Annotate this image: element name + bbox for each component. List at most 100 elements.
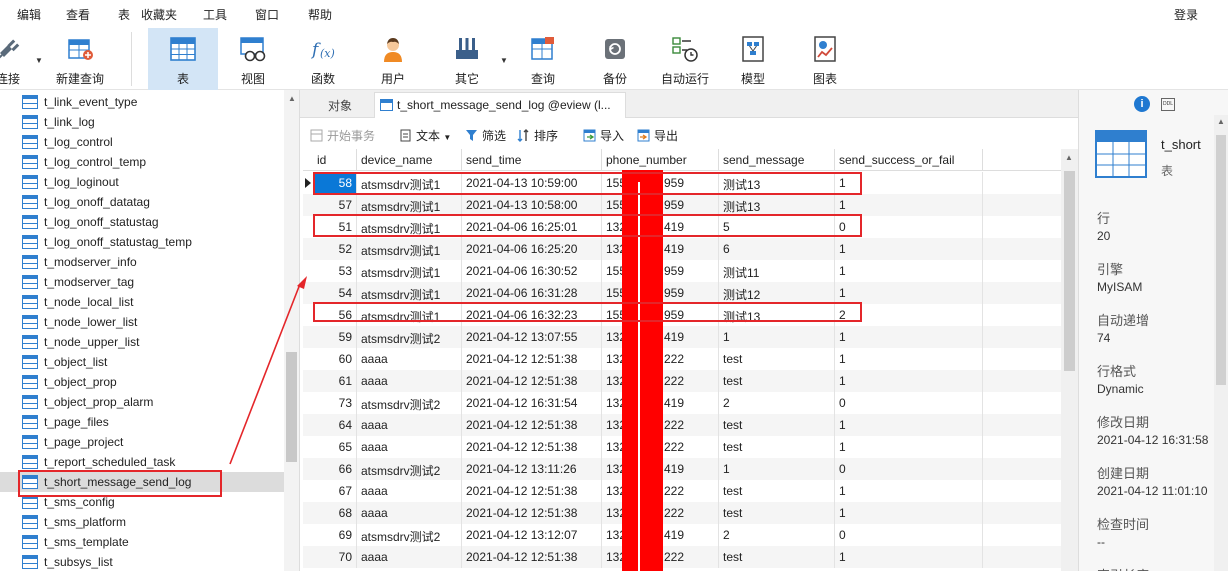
cell-id[interactable]: 73 [313,392,357,414]
cell-send-success-or-fail[interactable]: 1 [835,348,983,370]
column-header-send-success-or-fail[interactable]: send_success_or_fail [835,149,983,171]
menu-view[interactable]: 查看 [66,6,90,23]
tree-item-table[interactable]: t_sms_platform [0,512,284,532]
scroll-up-icon[interactable]: ▲ [1065,153,1073,162]
tree-item-table[interactable]: t_page_project [0,432,284,452]
column-header-phone-number[interactable]: phone_number [602,149,719,171]
tree-item-table[interactable]: t_subsys_list [0,552,284,571]
menu-favorites[interactable]: 收藏夹 [141,6,177,23]
cell-send-message[interactable]: test [719,370,835,392]
column-header-device-name[interactable]: device_name [357,149,462,171]
cell-device-name[interactable]: atsmsdrv测试2 [357,326,462,348]
cell-device-name[interactable]: aaaa [357,546,462,568]
toolbar-query-button[interactable]: 查询 [512,28,574,90]
table-row[interactable]: 68 aaaa 2021-04-12 12:51:38 132 222 test 1 [303,502,1063,524]
import-button[interactable]: 导入 [583,127,624,144]
cell-device-name[interactable]: aaaa [357,436,462,458]
cell-send-message[interactable]: test [719,502,835,524]
cell-send-time[interactable]: 2021-04-12 16:31:54 [462,392,602,414]
column-header-id[interactable]: id [313,149,357,171]
table-row[interactable]: 52 atsmsdrv测试1 2021-04-06 16:25:20 132 419 6 1 [303,238,1063,260]
menu-help[interactable]: 帮助 [308,6,332,23]
cell-send-message[interactable]: 1 [719,326,835,348]
tree-item-table[interactable]: t_log_onoff_statustag_temp [0,232,284,252]
cell-device-name[interactable]: atsmsdrv测试2 [357,524,462,546]
cell-send-time[interactable]: 2021-04-12 12:51:38 [462,546,602,568]
toolbar-automation-button[interactable]: 自动运行 [652,28,718,90]
tree-scrollbar[interactable]: ▲ [284,90,299,571]
table-row[interactable]: 70 aaaa 2021-04-12 12:51:38 132 222 test 1 [303,546,1063,568]
cell-send-message[interactable]: test [719,414,835,436]
scrollbar-thumb[interactable] [1064,171,1075,371]
tree-item-table[interactable]: t_report_scheduled_task [0,452,284,472]
tree-item-table[interactable]: t_node_lower_list [0,312,284,332]
tree-item-table[interactable]: t_node_local_list [0,292,284,312]
cell-send-message[interactable]: test [719,546,835,568]
table-row[interactable]: 69 atsmsdrv测试2 2021-04-12 13:12:07 132 419 2 0 [303,524,1063,546]
cell-send-message[interactable]: 2 [719,524,835,546]
cell-id[interactable]: 64 [313,414,357,436]
column-header-send-time[interactable]: send_time [462,149,602,171]
table-row[interactable]: 59 atsmsdrv测试2 2021-04-12 13:07:55 132 419 1 1 [303,326,1063,348]
tree-item-table[interactable]: t_log_onoff_datatag [0,192,284,212]
cell-send-message[interactable]: 测试13 [719,194,835,216]
scrollbar-thumb[interactable] [286,352,297,462]
tab-objects[interactable]: 对象 [310,92,370,118]
cell-device-name[interactable]: aaaa [357,370,462,392]
cell-send-success-or-fail[interactable]: 1 [835,326,983,348]
cell-send-success-or-fail[interactable]: 0 [835,458,983,480]
cell-send-time[interactable]: 2021-04-12 13:11:26 [462,458,602,480]
toolbar-backup-button[interactable]: 备份 [584,28,646,90]
cell-send-time[interactable]: 2021-04-12 12:51:38 [462,348,602,370]
menu-table[interactable]: 表 [118,6,130,23]
cell-send-time[interactable]: 2021-04-12 12:51:38 [462,414,602,436]
toolbar-new-query-button[interactable]: 新建查询 [50,28,110,90]
cell-send-message[interactable]: 2 [719,392,835,414]
tree-item-table[interactable]: t_sms_template [0,532,284,552]
cell-send-time[interactable]: 2021-04-06 16:30:52 [462,260,602,282]
cell-send-message[interactable]: test [719,348,835,370]
cell-send-time[interactable]: 2021-04-12 12:51:38 [462,370,602,392]
toolbar-connection-button[interactable]: 连接 [0,28,34,90]
cell-id[interactable]: 60 [313,348,357,370]
cell-send-time[interactable]: 2021-04-12 13:12:07 [462,524,602,546]
cell-send-success-or-fail[interactable]: 1 [835,282,983,304]
cell-send-success-or-fail[interactable]: 1 [835,194,983,216]
cell-device-name[interactable]: atsmsdrv测试1 [357,260,462,282]
tab-table-data[interactable]: t_short_message_send_log @eview (l... [374,92,626,118]
cell-send-message[interactable]: 测试12 [719,282,835,304]
cell-send-success-or-fail[interactable]: 1 [835,260,983,282]
cell-send-message[interactable]: test [719,436,835,458]
table-row[interactable]: 60 aaaa 2021-04-12 12:51:38 132 222 test 1 [303,348,1063,370]
login-link[interactable]: 登录 [1174,6,1198,23]
cell-id[interactable]: 70 [313,546,357,568]
tree-item-table[interactable]: t_log_loginout [0,172,284,192]
cell-send-success-or-fail[interactable]: 1 [835,546,983,568]
cell-id[interactable]: 66 [313,458,357,480]
cell-device-name[interactable]: aaaa [357,502,462,524]
cell-send-message[interactable]: 1 [719,458,835,480]
text-button[interactable]: 文本 ▼ [399,127,451,144]
tree-item-table[interactable]: t_link_log [0,112,284,132]
table-row[interactable]: 61 aaaa 2021-04-12 12:51:38 132 222 test 1 [303,370,1063,392]
cell-send-success-or-fail[interactable]: 1 [835,480,983,502]
cell-send-time[interactable]: 2021-04-12 12:51:38 [462,502,602,524]
cell-device-name[interactable]: atsmsdrv测试1 [357,194,462,216]
sort-button[interactable]: 排序 [517,127,558,144]
table-row[interactable]: 57 atsmsdrv测试1 2021-04-13 10:58:00 155 959 测试… [303,194,1063,216]
tree-item-table[interactable]: t_object_list [0,352,284,372]
cell-send-success-or-fail[interactable]: 0 [835,524,983,546]
grid-scrollbar[interactable]: ▲ [1061,149,1078,571]
cell-send-time[interactable]: 2021-04-06 16:25:20 [462,238,602,260]
cell-send-success-or-fail[interactable]: 1 [835,436,983,458]
tree-item-table[interactable]: t_node_upper_list [0,332,284,352]
cell-send-time[interactable]: 2021-04-12 13:07:55 [462,326,602,348]
table-row[interactable]: 64 aaaa 2021-04-12 12:51:38 132 222 test 1 [303,414,1063,436]
table-row[interactable]: 54 atsmsdrv测试1 2021-04-06 16:31:28 155 959 测试… [303,282,1063,304]
cell-device-name[interactable]: atsmsdrv测试1 [357,238,462,260]
cell-send-success-or-fail[interactable]: 1 [835,370,983,392]
cell-send-message[interactable]: 6 [719,238,835,260]
scroll-up-icon[interactable]: ▲ [1217,117,1225,126]
table-row[interactable]: 73 atsmsdrv测试2 2021-04-12 16:31:54 132 419 2 0 [303,392,1063,414]
cell-send-message[interactable]: test [719,480,835,502]
